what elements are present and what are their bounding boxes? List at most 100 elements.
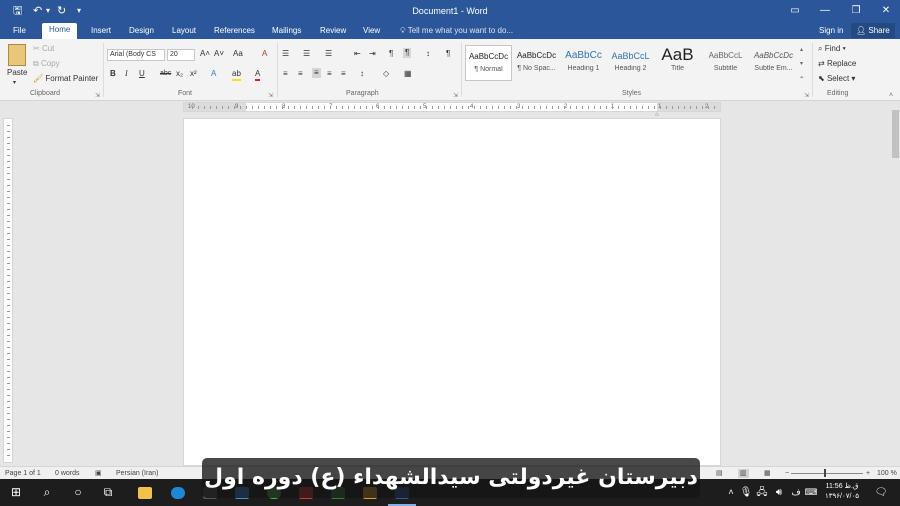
change-case-icon[interactable]: Aa: [233, 49, 243, 59]
grow-font-icon[interactable]: A˄: [200, 49, 210, 59]
replace-button[interactable]: ⇄ Replace: [818, 59, 856, 69]
text-effects-icon[interactable]: A: [211, 69, 216, 79]
tab-review[interactable]: Review: [316, 25, 350, 39]
style-normal[interactable]: AaBbCcDc ¶ Normal: [465, 45, 512, 81]
sort-icon[interactable]: ↕: [426, 49, 430, 59]
underline-button[interactable]: U: [139, 69, 145, 79]
select-button[interactable]: ⬉ Select ▾: [818, 74, 855, 84]
vertical-scrollbar[interactable]: [891, 102, 900, 466]
scrollbar-thumb[interactable]: [892, 110, 899, 158]
style-heading-2[interactable]: AaBbCcL Heading 2: [607, 45, 654, 81]
print-layout-icon[interactable]: ▥: [738, 469, 749, 478]
ribbon-display-options-icon[interactable]: ▭: [784, 3, 806, 19]
tab-design[interactable]: Design: [125, 25, 158, 39]
customize-toolbar-icon[interactable]: ▾: [77, 4, 81, 18]
windows-start-icon[interactable]: ⊞: [5, 479, 27, 506]
paragraph-launcher-icon[interactable]: ⇲: [453, 91, 458, 101]
left-to-right-icon[interactable]: ¶: [389, 49, 393, 59]
zoom-level[interactable]: 100 %: [877, 469, 897, 478]
numbering-icon[interactable]: ☰: [303, 49, 310, 59]
align-center-icon[interactable]: ≡: [298, 69, 303, 79]
tell-me-box[interactable]: 💡︎ Tell me what you want to do...: [400, 25, 513, 37]
justify-icon[interactable]: ≡: [327, 69, 332, 79]
zoom-slider[interactable]: [791, 473, 863, 474]
read-mode-icon[interactable]: ▤: [716, 469, 723, 478]
tab-layout[interactable]: Layout: [168, 25, 200, 39]
search-icon[interactable]: ⌕: [36, 479, 58, 506]
close-button[interactable]: ✕: [875, 3, 897, 19]
share-button[interactable]: 👤︎ Share: [851, 23, 895, 38]
line-spacing-icon[interactable]: ↕: [360, 69, 364, 79]
keyboard-icon[interactable]: ⌨: [804, 479, 818, 506]
shading-icon[interactable]: ◇: [383, 69, 389, 79]
zoom-slider-thumb[interactable]: [824, 469, 826, 477]
microphone-icon[interactable]: 🎙︎: [738, 479, 754, 506]
minimize-button[interactable]: —: [814, 3, 836, 19]
tab-view[interactable]: View: [359, 25, 384, 39]
font-size-box[interactable]: 20: [167, 49, 195, 61]
word-count[interactable]: 0 words: [55, 469, 80, 478]
styles-scroll-up-icon[interactable]: ▴: [800, 45, 803, 55]
superscript-button[interactable]: x²: [190, 69, 197, 79]
document-page[interactable]: [183, 118, 721, 466]
undo-dropdown-icon[interactable]: ▾: [46, 4, 50, 18]
styles-scroll-down-icon[interactable]: ▾: [800, 59, 803, 69]
find-button[interactable]: ⌕ Find ▾: [818, 44, 846, 54]
tab-insert[interactable]: Insert: [87, 25, 115, 39]
bullets-icon[interactable]: ☰: [282, 49, 289, 59]
shrink-font-icon[interactable]: A˅: [214, 49, 224, 59]
paste-button[interactable]: Paste: [7, 68, 27, 78]
file-explorer-icon[interactable]: [131, 479, 159, 506]
task-view-icon[interactable]: ⧉: [97, 479, 119, 506]
input-language-icon[interactable]: ف: [788, 479, 804, 506]
restore-button[interactable]: ❐: [845, 3, 867, 19]
collapse-ribbon-icon[interactable]: ˄: [889, 91, 893, 101]
tab-mailings[interactable]: Mailings: [268, 25, 305, 39]
borders-icon[interactable]: ▦: [404, 69, 412, 79]
clear-formatting-icon[interactable]: A: [262, 49, 267, 59]
show-hidden-icons-icon[interactable]: ˄: [723, 479, 739, 506]
style-title[interactable]: AaB Title: [654, 45, 701, 81]
sign-in-link[interactable]: Sign in: [819, 25, 843, 37]
tab-home[interactable]: Home: [42, 23, 78, 39]
undo-icon[interactable]: ↶: [33, 4, 42, 18]
edge-icon[interactable]: [164, 479, 192, 506]
format-painter-button[interactable]: 🖌︎ Format Painter: [33, 74, 98, 84]
font-color-icon[interactable]: A: [255, 69, 261, 81]
save-icon[interactable]: 🖫: [13, 4, 22, 18]
styles-launcher-icon[interactable]: ⇲: [804, 91, 809, 101]
network-icon[interactable]: 🖧︎: [754, 479, 770, 506]
bold-button[interactable]: B: [110, 69, 116, 79]
subscript-button[interactable]: x₂: [176, 69, 183, 79]
style-no-spacing[interactable]: AaBbCcDc ¶ No Spac...: [513, 45, 560, 81]
decrease-indent-icon[interactable]: ⇤: [354, 49, 361, 59]
font-launcher-icon[interactable]: ⇲: [268, 91, 273, 101]
system-clock[interactable]: ق.ظ 11:56 ۱۳۹۶/۰۷/۰۵: [818, 482, 866, 502]
web-layout-icon[interactable]: ▦: [764, 469, 771, 478]
cut-button[interactable]: ✂ Cut: [33, 44, 54, 54]
page-count[interactable]: Page 1 of 1: [5, 469, 41, 478]
paste-icon[interactable]: [8, 44, 26, 66]
vertical-ruler[interactable]: [3, 118, 13, 463]
copy-button[interactable]: ⧉ Copy: [33, 59, 60, 69]
increase-indent-icon[interactable]: ⇥: [369, 49, 376, 59]
show-marks-icon[interactable]: ¶: [446, 49, 450, 59]
redo-icon[interactable]: ↻: [57, 4, 66, 18]
paste-dropdown-icon[interactable]: ▾: [13, 78, 16, 88]
style-subtle-emphasis[interactable]: AaBbCcDc Subtle Em...: [750, 45, 797, 81]
clipboard-launcher-icon[interactable]: ⇲: [95, 91, 100, 101]
style-subtitle[interactable]: AaBbCcL Subtitle: [702, 45, 749, 81]
proofing-icon[interactable]: ▣: [95, 469, 102, 478]
volume-icon[interactable]: 🔊︎: [771, 479, 787, 506]
tab-references[interactable]: References: [210, 25, 259, 39]
tab-file[interactable]: File: [9, 25, 30, 39]
zoom-out-icon[interactable]: −: [785, 469, 789, 478]
styles-more-icon[interactable]: ⩡: [800, 73, 803, 83]
horizontal-ruler[interactable]: 1098765432112: [183, 102, 721, 112]
font-name-box[interactable]: Arial (Body CS: [107, 49, 165, 61]
right-to-left-icon[interactable]: ¶: [403, 48, 412, 58]
zoom-in-icon[interactable]: +: [866, 469, 870, 478]
style-heading-1[interactable]: AaBbCc Heading 1: [560, 45, 607, 81]
italic-button[interactable]: I: [125, 69, 128, 79]
distributed-icon[interactable]: ≡: [341, 69, 346, 79]
